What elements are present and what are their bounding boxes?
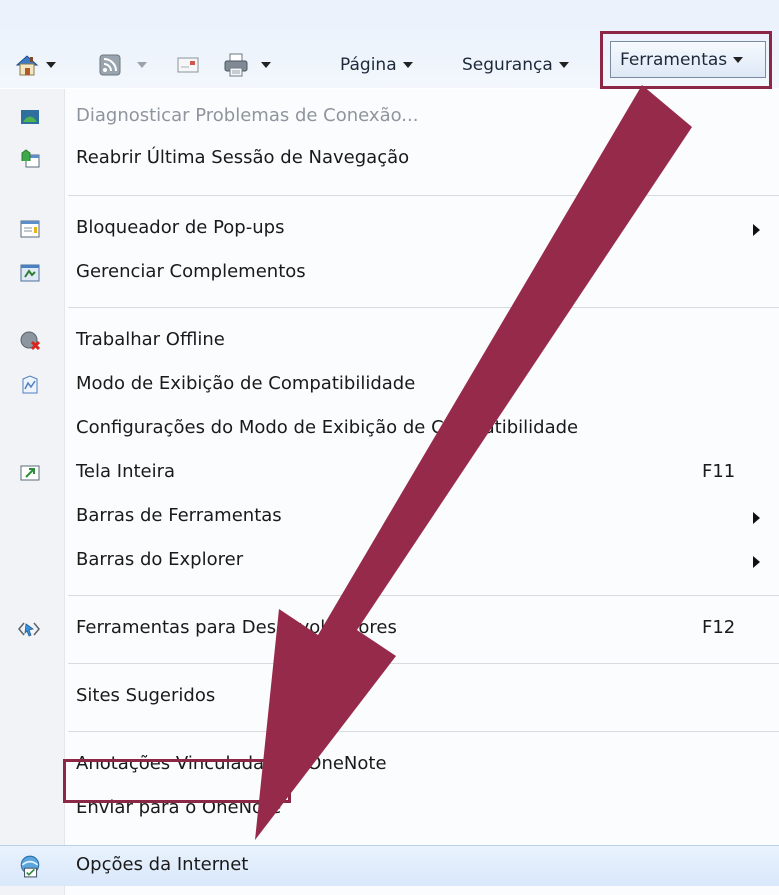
chevron-down-icon — [733, 56, 744, 63]
menu-item-label: Configurações do Modo de Exibição de Com… — [76, 417, 579, 438]
shortcut-label: F11 — [702, 461, 736, 482]
menu-item-label: Gerenciar Complementos — [76, 261, 306, 282]
submenu-arrow-icon — [753, 512, 760, 524]
menu-item-label: Barras do Explorer — [76, 549, 244, 570]
home-dropdown-icon[interactable] — [46, 62, 56, 68]
menu-item-label: Tela Inteira — [76, 461, 176, 482]
feeds-dropdown-icon[interactable] — [137, 62, 147, 68]
internet-options-icon — [20, 855, 40, 878]
feed-icon — [99, 54, 121, 76]
security-menu-button[interactable]: Segurança — [462, 48, 569, 82]
menu-item-suggested-sites[interactable]: Sites Sugeridos — [0, 675, 779, 719]
print-button[interactable] — [223, 48, 271, 82]
tools-menu-button[interactable]: Ferramentas — [610, 41, 766, 78]
command-bar: Página Segurança Ferramentas — [0, 0, 779, 89]
security-menu-label: Segurança — [462, 55, 553, 75]
print-dropdown-icon[interactable] — [261, 62, 271, 68]
menu-item-label: Trabalhar Offline — [76, 329, 225, 350]
page-menu-button[interactable]: Página — [340, 48, 413, 82]
menu-separator — [68, 731, 779, 732]
manage-addons-icon — [20, 264, 40, 282]
menu-item-label: Ferramentas para Desenvolvedores — [76, 617, 397, 638]
menu-item-compat-view[interactable]: Modo de Exibição de Compatibilidade — [0, 363, 779, 407]
menu-item-label: Reabrir Última Sessão de Navegação — [76, 147, 410, 168]
menu-item-full-screen[interactable]: Tela Inteira F11 — [0, 451, 779, 495]
menu-separator — [68, 663, 779, 664]
tools-menu-label: Ferramentas — [620, 49, 728, 70]
menu-item-label: Diagnosticar Problemas de Conexão... — [76, 105, 419, 126]
menu-item-diagnose[interactable]: Diagnosticar Problemas de Conexão... — [0, 95, 779, 139]
menu-item-internet-options[interactable]: Opções da Internet — [0, 845, 779, 886]
menu-item-dev-tools[interactable]: Ferramentas para Desenvolvedores F12 — [0, 607, 779, 651]
page-menu-label: Página — [340, 55, 397, 75]
internet-options-highlight — [63, 759, 291, 803]
menu-item-toolbars[interactable]: Barras de Ferramentas — [0, 495, 779, 539]
menu-item-label: Opções da Internet — [76, 854, 249, 875]
menu-item-explorer-bars[interactable]: Barras do Explorer — [0, 539, 779, 583]
chevron-down-icon — [402, 62, 413, 68]
menu-item-label: Barras de Ferramentas — [76, 505, 282, 526]
submenu-arrow-icon — [753, 556, 760, 568]
menu-item-manage-addons[interactable]: Gerenciar Complementos — [0, 251, 779, 295]
developer-tools-icon — [18, 622, 40, 637]
menu-item-label: Bloqueador de Pop-ups — [76, 217, 285, 238]
home-button[interactable] — [14, 48, 56, 82]
menu-item-reopen-session[interactable]: Reabrir Última Sessão de Navegação — [0, 137, 779, 181]
menu-item-compat-settings[interactable]: Configurações do Modo de Exibição de Com… — [0, 407, 779, 451]
submenu-arrow-icon — [753, 224, 760, 236]
printer-icon — [224, 53, 248, 77]
chevron-down-icon — [558, 62, 569, 68]
mail-icon — [177, 57, 199, 73]
tools-menu-highlight: Ferramentas — [600, 31, 772, 89]
menu-item-work-offline[interactable]: Trabalhar Offline — [0, 319, 779, 363]
reopen-session-icon — [21, 149, 40, 168]
menu-separator — [68, 307, 779, 308]
menu-item-label: Modo de Exibição de Compatibilidade — [76, 373, 416, 394]
feeds-button[interactable] — [99, 48, 147, 82]
menu-item-popup-blocker[interactable]: Bloqueador de Pop-ups — [0, 207, 779, 251]
home-icon — [15, 55, 39, 76]
shortcut-label: F12 — [702, 617, 736, 638]
full-screen-icon — [20, 465, 40, 481]
offline-icon — [20, 331, 40, 351]
menu-separator — [68, 195, 779, 196]
mail-button[interactable] — [177, 48, 199, 82]
network-diagnose-icon — [21, 110, 39, 124]
popup-blocker-icon — [20, 220, 40, 238]
compatibility-view-icon — [22, 375, 38, 394]
menu-item-label: Sites Sugeridos — [76, 685, 216, 706]
menu-separator — [68, 595, 779, 596]
